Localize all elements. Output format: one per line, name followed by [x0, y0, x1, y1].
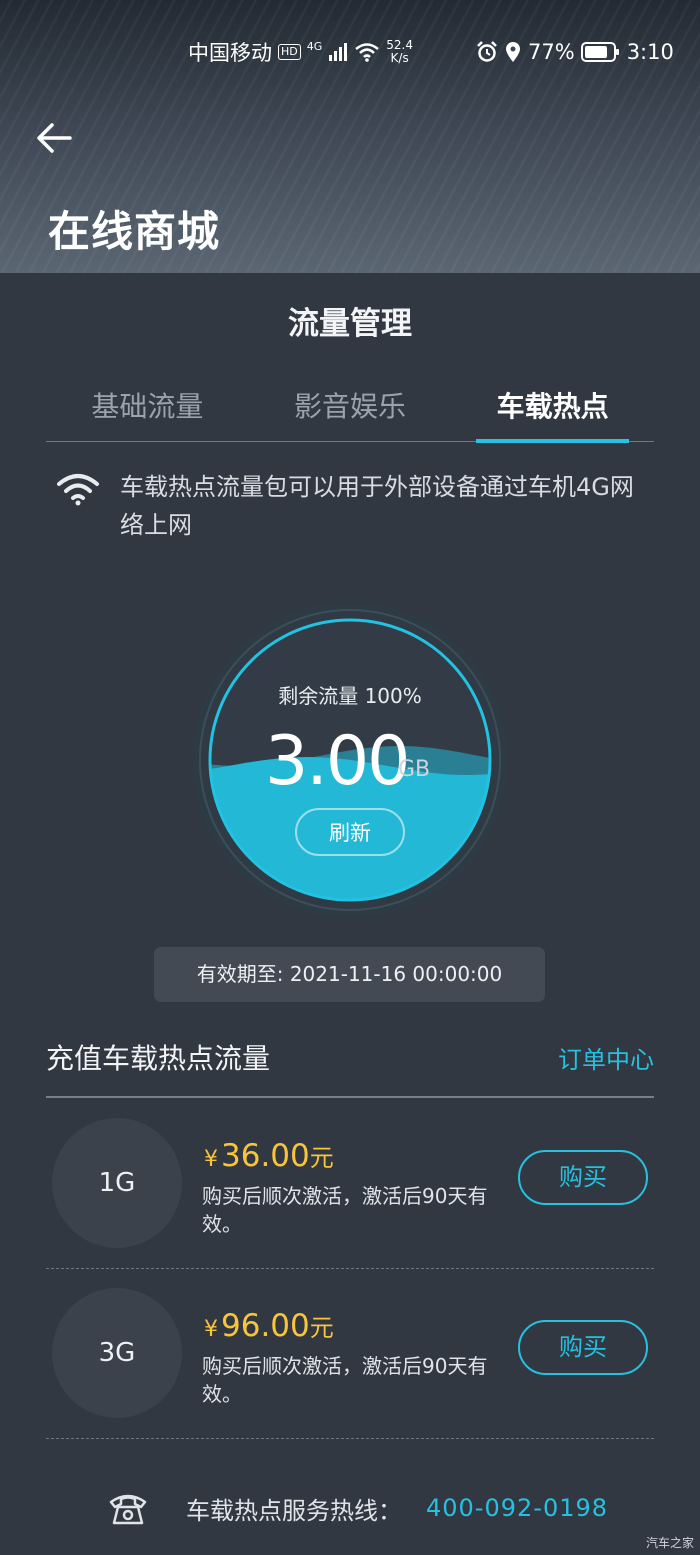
- wifi-icon: [57, 474, 99, 506]
- status-bar-right: 77% 3:10: [476, 36, 674, 68]
- network-label: 4G: [306, 40, 323, 53]
- tab-media-entertainment[interactable]: 影音娱乐: [249, 385, 452, 441]
- package-price: ¥96.00元: [204, 1308, 334, 1344]
- hotspot-note-text: 车载热点流量包可以用于外部设备通过车机4G网络上网: [120, 473, 634, 539]
- recharge-title: 充值车载热点流量: [46, 1042, 271, 1075]
- tab-car-hotspot[interactable]: 车载热点: [451, 385, 654, 443]
- package-description: 购买后顺次激活，激活后90天有效。: [202, 1184, 488, 1236]
- battery-icon: [580, 42, 619, 62]
- refresh-button[interactable]: 刷新: [295, 808, 405, 856]
- package-item: 3G ¥96.00元 购买后顺次激活，激活后90天有效。 购买: [46, 1268, 654, 1439]
- remaining-label: 剩余流量 100%: [278, 684, 422, 708]
- telephone-icon: [109, 1494, 147, 1525]
- hotline-label: 车载热点服务热线：: [186, 1496, 402, 1525]
- hotline-number[interactable]: 400-092-0198: [426, 1494, 608, 1522]
- signal-icon: [329, 43, 348, 61]
- order-center-link[interactable]: 订单中心: [558, 1040, 654, 1075]
- tab-bar: 基础流量 影音娱乐 车载热点: [46, 385, 654, 443]
- buy-button[interactable]: 购买: [518, 1320, 648, 1375]
- package-description: 购买后顺次激活，激活后90天有效。: [202, 1354, 488, 1406]
- section-title: 流量管理: [288, 306, 412, 342]
- carrier-label: 中国移动: [188, 41, 272, 65]
- back-arrow-icon[interactable]: [34, 118, 74, 158]
- wifi-icon: [355, 43, 380, 62]
- service-hotline: 车载热点服务热线： 400-092-0198: [108, 1490, 668, 1526]
- net-speed: 52.4 K/s: [386, 38, 413, 65]
- remaining-value: 3.00: [265, 722, 410, 801]
- watermark: 汽车之家: [645, 1536, 694, 1550]
- hd-icon: HD: [278, 44, 301, 60]
- status-bar-left: 中国移动 HD 4G 52.4 K/s: [188, 36, 413, 68]
- page-title: 在线商城: [48, 207, 221, 256]
- location-icon: [506, 42, 520, 62]
- hotspot-note: 车载热点流量包可以用于外部设备通过车机4G网络上网: [56, 468, 656, 544]
- alarm-icon: [477, 41, 497, 62]
- package-item: 1G ¥36.00元 购买后顺次激活，激活后90天有效。 购买: [46, 1098, 654, 1269]
- expiry-info: 有效期至: 2021-11-16 00:00:00: [154, 947, 545, 1002]
- package-size-badge: 3G: [52, 1288, 182, 1418]
- package-size-badge: 1G: [52, 1118, 182, 1248]
- tab-basic-data[interactable]: 基础流量: [46, 385, 249, 441]
- clock: 3:10: [626, 40, 674, 64]
- remaining-unit: GB: [398, 757, 431, 782]
- package-price: ¥36.00元: [204, 1138, 334, 1174]
- buy-button[interactable]: 购买: [518, 1150, 648, 1205]
- battery-percent: 77%: [528, 40, 575, 64]
